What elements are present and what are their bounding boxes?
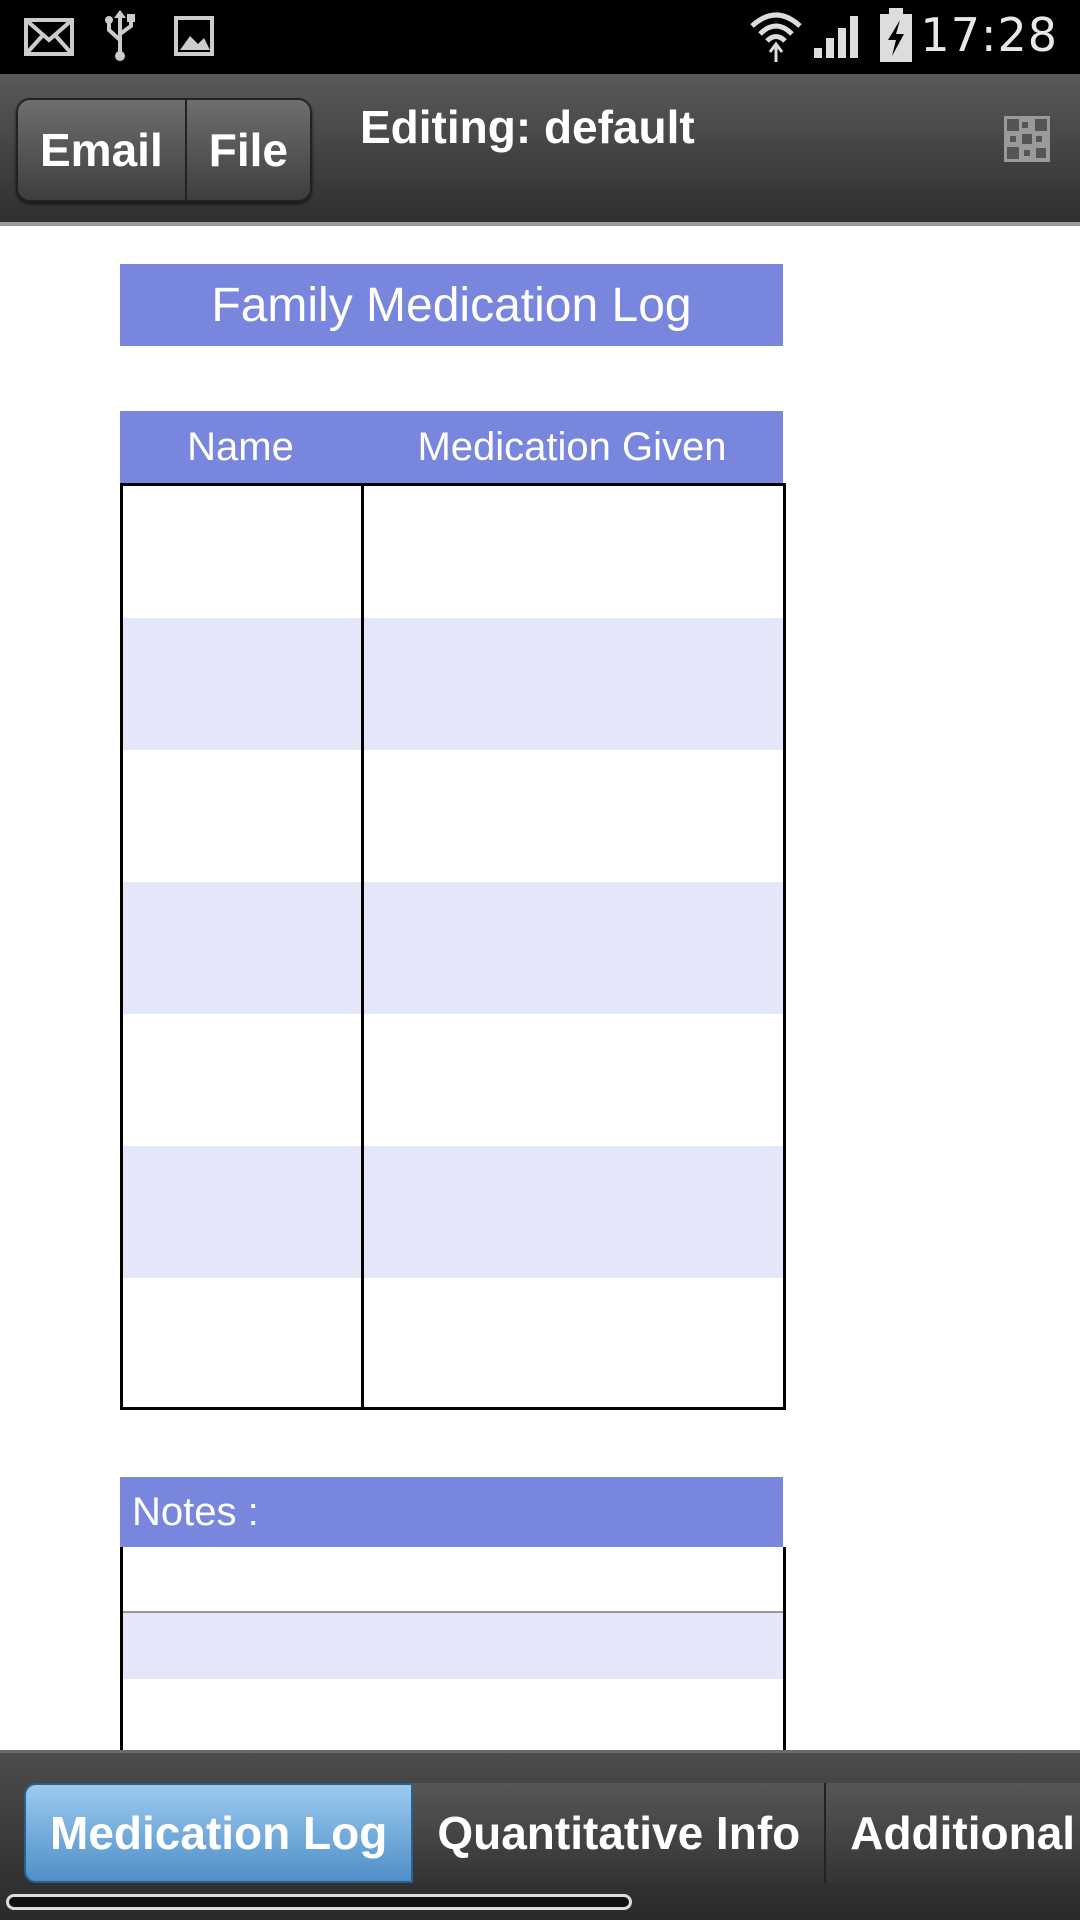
medication-cell[interactable] xyxy=(364,882,783,1014)
page-title: Editing: default xyxy=(360,101,695,153)
column-header-medication: Medication Given xyxy=(417,424,727,469)
status-bar: 17:28 xyxy=(0,0,1080,74)
horizontal-scrollbar[interactable] xyxy=(6,1894,632,1910)
wifi-icon xyxy=(750,12,802,62)
qr-code-icon[interactable] xyxy=(1004,116,1050,162)
table-row xyxy=(123,618,783,750)
medication-cell[interactable] xyxy=(364,750,783,882)
medication-table xyxy=(120,483,786,1410)
medication-cell[interactable] xyxy=(364,1014,783,1146)
signal-icon xyxy=(814,16,858,58)
medication-cell[interactable] xyxy=(364,486,783,618)
notes-line[interactable] xyxy=(123,1547,783,1613)
name-cell[interactable] xyxy=(123,486,364,618)
notes-field[interactable] xyxy=(120,1547,786,1750)
notes-label: Notes : xyxy=(120,1477,783,1547)
table-row xyxy=(123,882,783,1014)
email-icon xyxy=(24,18,74,56)
tab-list: Medication Log Quantitative Info Additio… xyxy=(24,1783,1080,1883)
medication-cell[interactable] xyxy=(364,1278,783,1410)
name-cell[interactable] xyxy=(123,882,364,1014)
name-cell[interactable] xyxy=(123,750,364,882)
name-cell[interactable] xyxy=(123,618,364,750)
form-title: Family Medication Log xyxy=(120,264,783,346)
table-row xyxy=(123,1146,783,1278)
table-row xyxy=(123,750,783,882)
tab-quantitative-info[interactable]: Quantitative Info xyxy=(413,1783,827,1883)
table-row xyxy=(123,1014,783,1146)
name-cell[interactable] xyxy=(123,1146,364,1278)
name-cell[interactable] xyxy=(123,1014,364,1146)
tab-medication-log[interactable]: Medication Log xyxy=(24,1783,414,1883)
toolbar-button-group: Email File xyxy=(16,98,312,202)
table-header: Name Medication Given xyxy=(120,411,783,483)
column-header-name: Name xyxy=(187,424,294,469)
image-icon xyxy=(174,16,214,56)
battery-charging-icon xyxy=(880,8,912,62)
toolbar: Email File Editing: default xyxy=(0,74,1080,226)
file-button[interactable]: File xyxy=(186,100,310,200)
usb-icon xyxy=(105,10,135,61)
table-row xyxy=(123,486,783,618)
medication-cell[interactable] xyxy=(364,618,783,750)
status-time: 17:28 xyxy=(920,8,1058,62)
notes-line[interactable] xyxy=(123,1613,783,1679)
form-content: Family Medication Log Name Medication Gi… xyxy=(0,226,1080,1750)
name-cell[interactable] xyxy=(123,1278,364,1410)
tab-additional-info[interactable]: Additional Info xyxy=(826,1783,1080,1883)
email-button[interactable]: Email xyxy=(18,100,187,200)
medication-cell[interactable] xyxy=(364,1146,783,1278)
table-row xyxy=(123,1278,783,1410)
